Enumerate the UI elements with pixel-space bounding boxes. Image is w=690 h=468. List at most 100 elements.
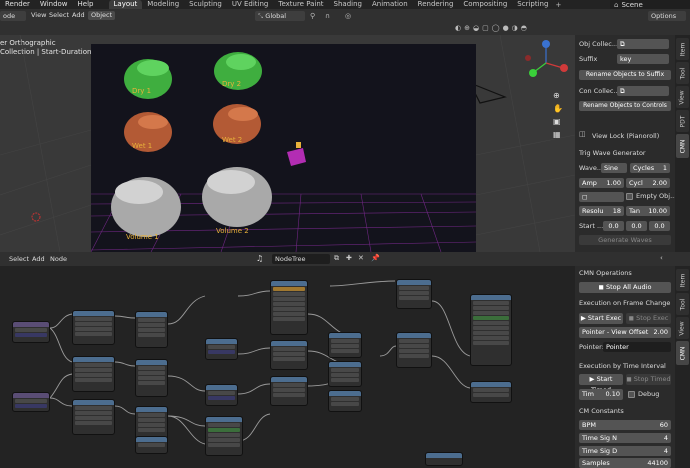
cycl-field[interactable]: Cycl 2.00: [626, 178, 670, 188]
node-math-4[interactable]: [328, 332, 362, 358]
wave-type-dropdown[interactable]: Sine: [601, 163, 627, 173]
node-math-5[interactable]: [328, 361, 362, 387]
scene-selector[interactable]: ⌂ Scene: [610, 0, 690, 9]
grid-view-icon[interactable]: ▦: [553, 130, 563, 139]
tab-pdt[interactable]: PDT: [676, 110, 689, 132]
rename-controls-button[interactable]: Rename Objects to Controls: [579, 101, 671, 111]
tan-field[interactable]: Tan 10.00: [626, 206, 670, 216]
pointer-offset-field[interactable]: Pointer - View Offset 2.00: [579, 327, 671, 338]
xray-icon[interactable]: ▢: [482, 24, 489, 32]
node-boolean[interactable]: [135, 436, 168, 454]
node-value-2[interactable]: [205, 384, 238, 406]
object-picker-field[interactable]: ◻: [579, 192, 624, 202]
duplicate-icon[interactable]: ⧉: [334, 254, 339, 263]
node-math-2[interactable]: [135, 359, 168, 397]
new-tree-icon[interactable]: ✚: [346, 254, 352, 262]
timer-interval-field[interactable]: Tim 0.10: [579, 389, 623, 400]
node-menu-add[interactable]: Add: [29, 255, 48, 264]
stop-exec-button[interactable]: ◼ Stop Exec: [626, 313, 671, 324]
node-gate-2[interactable]: [270, 376, 308, 406]
orientation-dropdown[interactable]: ⤡ Global: [255, 11, 305, 21]
pointer-field[interactable]: Pointer: [603, 342, 671, 352]
snap-icon[interactable]: ⚲: [310, 12, 315, 20]
tab-sculpting[interactable]: Sculpting: [184, 0, 227, 9]
obj-collection-field[interactable]: ⧉: [617, 39, 669, 49]
tab-layout[interactable]: Layout: [108, 0, 143, 9]
shading-wire-icon[interactable]: ◯: [492, 24, 500, 32]
time-sig-d-field[interactable]: Time Sig D 4: [579, 446, 671, 456]
node-tree-type-icon[interactable]: ♫: [256, 254, 263, 263]
node-input-1[interactable]: [12, 321, 50, 343]
cycles-field[interactable]: Cycles 1: [630, 163, 670, 173]
tab-compositing[interactable]: Compositing: [458, 0, 512, 9]
rename-suffix-button[interactable]: Rename Objects to Suffix: [579, 70, 671, 80]
tab-texture-paint[interactable]: Texture Paint: [273, 0, 328, 9]
tab-cmn[interactable]: CMN: [676, 134, 689, 158]
zoom-icon[interactable]: ⊕: [553, 91, 563, 100]
tab-view[interactable]: View: [676, 86, 689, 108]
ne-tab-tool[interactable]: Tool: [676, 293, 689, 315]
add-workspace-icon[interactable]: +: [555, 1, 561, 9]
visibility-icon[interactable]: ◐: [455, 24, 461, 32]
camera-view-icon[interactable]: ▣: [553, 117, 563, 126]
suffix-field[interactable]: key: [617, 54, 669, 64]
tab-item[interactable]: Item: [676, 38, 689, 60]
shading-material-icon[interactable]: ◑: [512, 24, 518, 32]
generate-waves-button[interactable]: Generate Waves: [579, 235, 671, 245]
viewport-menu-add[interactable]: Add: [69, 11, 88, 20]
view-lock-label[interactable]: View Lock (Pianoroll): [592, 131, 659, 141]
menu-render[interactable]: Render: [0, 0, 35, 9]
tab-shading[interactable]: Shading: [329, 0, 367, 9]
node-extra[interactable]: [425, 452, 463, 466]
tab-animation[interactable]: Animation: [367, 0, 413, 9]
start-y-field[interactable]: 0.0: [626, 221, 647, 231]
start-timed-button[interactable]: ▶ Start Timed: [579, 374, 623, 394]
node-gate-1[interactable]: [270, 340, 308, 370]
node-input-2[interactable]: [12, 392, 50, 412]
menu-window[interactable]: Window: [35, 0, 73, 9]
resolution-field[interactable]: Resolu 18: [579, 206, 624, 216]
tab-rendering[interactable]: Rendering: [413, 0, 459, 9]
start-exec-button[interactable]: ▶ Start Exec: [579, 313, 623, 324]
node-object-2[interactable]: [72, 356, 115, 392]
start-x-field[interactable]: 0.0: [603, 221, 624, 231]
node-sound-file[interactable]: [396, 279, 432, 309]
node-value-1[interactable]: [205, 338, 238, 360]
node-mix[interactable]: [396, 332, 432, 368]
stop-timed-button[interactable]: ◼ Stop Timed: [626, 374, 671, 385]
tab-modeling[interactable]: Modeling: [142, 0, 184, 9]
node-audio-output[interactable]: [470, 294, 512, 366]
time-sig-n-field[interactable]: Time Sig N 4: [579, 433, 671, 443]
amp-field[interactable]: Amp 1.00: [579, 178, 624, 188]
empty-obj-checkbox[interactable]: [626, 193, 633, 200]
samples-field[interactable]: Samples 44100: [579, 458, 671, 468]
overlay-icon[interactable]: ◒: [473, 24, 479, 32]
gizmo-icon[interactable]: ⊕: [464, 24, 470, 32]
close-icon[interactable]: ✕: [358, 254, 364, 262]
node-object-1[interactable]: [72, 310, 115, 345]
pan-hand-icon[interactable]: ✋: [553, 104, 563, 113]
node-object-3[interactable]: [72, 399, 115, 435]
tab-scripting[interactable]: Scripting: [512, 0, 553, 9]
tab-tool[interactable]: Tool: [676, 62, 689, 84]
node-math-6[interactable]: [328, 390, 362, 412]
node-editor-canvas[interactable]: [0, 266, 575, 468]
mode-dropdown[interactable]: ode: [0, 11, 26, 21]
menu-help[interactable]: Help: [73, 0, 99, 9]
start-z-field[interactable]: 0.0: [649, 221, 670, 231]
con-collection-field[interactable]: ⧉: [617, 86, 669, 96]
stop-all-audio-button[interactable]: ◼ Stop All Audio: [579, 282, 671, 293]
debug-checkbox[interactable]: [628, 391, 635, 398]
navigation-gizmo[interactable]: [520, 38, 572, 88]
sidebar-toggle-icon[interactable]: ‹: [660, 254, 663, 262]
node-menu-node[interactable]: Node: [47, 255, 70, 264]
3d-viewport[interactable]: er Orthographic Collection | Start-Durat…: [0, 35, 575, 252]
pin-icon[interactable]: 📌: [371, 254, 380, 262]
node-tree-selector[interactable]: NodeTree: [272, 254, 330, 264]
node-math-1[interactable]: [135, 311, 168, 348]
proportional-icon[interactable]: ◎: [345, 12, 351, 20]
magnet-icon[interactable]: ∩: [325, 12, 330, 20]
tab-uv-editing[interactable]: UV Editing: [227, 0, 274, 9]
node-lfo[interactable]: [205, 416, 243, 456]
options-dropdown[interactable]: Options: [648, 11, 686, 21]
